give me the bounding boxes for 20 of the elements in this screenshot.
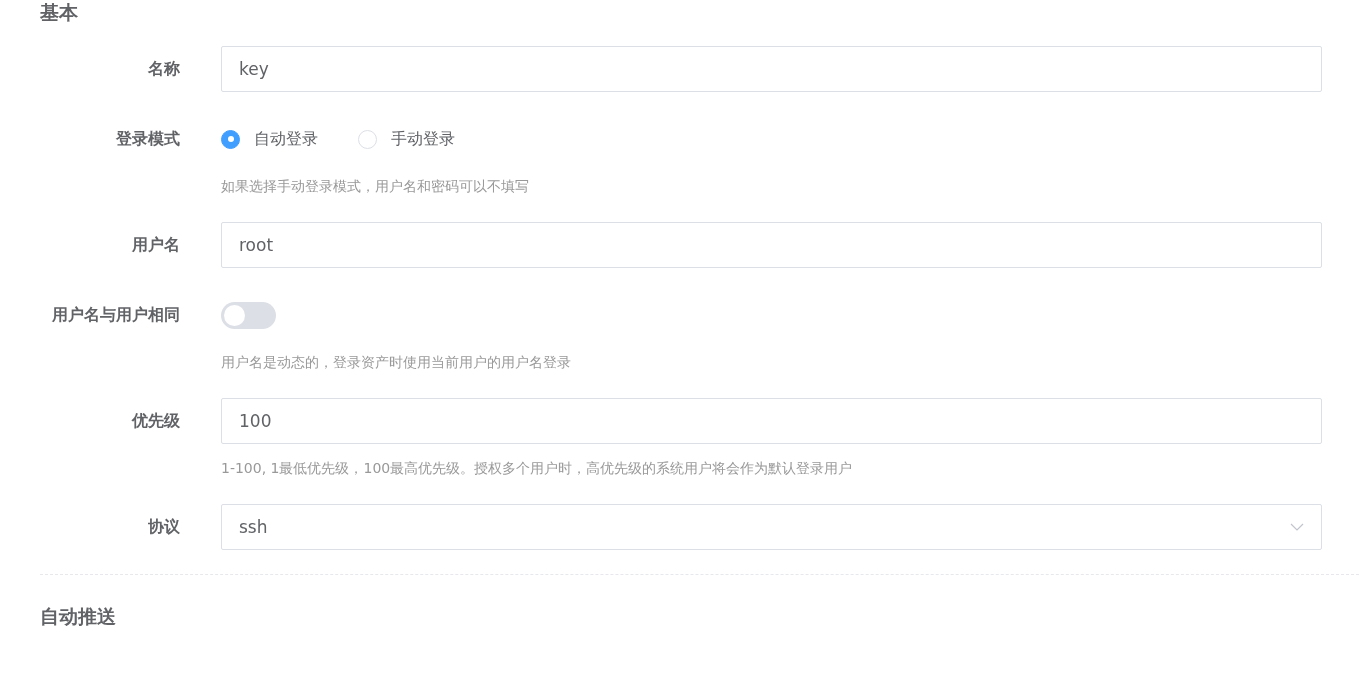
select-field[interactable]: ssh	[221, 504, 1322, 550]
chevron-down-icon	[1290, 523, 1304, 531]
hint-text: 用户名是动态的，登录资产时使用当前用户的用户名登录	[221, 353, 572, 372]
text-field[interactable]: key	[221, 46, 1322, 92]
section-title: 基本	[40, 0, 79, 24]
section-title: 自动推送	[40, 604, 117, 628]
field-label: 用户名与用户相同	[51, 304, 180, 326]
field-label: 用户名	[131, 234, 180, 256]
radio-button[interactable]	[221, 129, 240, 149]
toggle-switch[interactable]	[221, 301, 276, 329]
text-field[interactable]: 100	[221, 398, 1322, 444]
field-label: 登录模式	[115, 128, 180, 150]
radio-label[interactable]: 手动登录	[391, 128, 455, 150]
hint-text: 1-100, 1最低优先级，100最高优先级。授权多个用户时，高优先级的系统用户将会作为默认登录用户	[221, 459, 854, 478]
field-label: 名称	[147, 58, 180, 80]
field-label: 协议	[147, 516, 180, 538]
hint-text: 如果选择手动登录模式，用户名和密码可以不填写	[221, 177, 530, 196]
text-field[interactable]: root	[221, 222, 1322, 268]
radio-label[interactable]: 自动登录	[254, 128, 318, 150]
field-label: 优先级	[130, 410, 180, 432]
